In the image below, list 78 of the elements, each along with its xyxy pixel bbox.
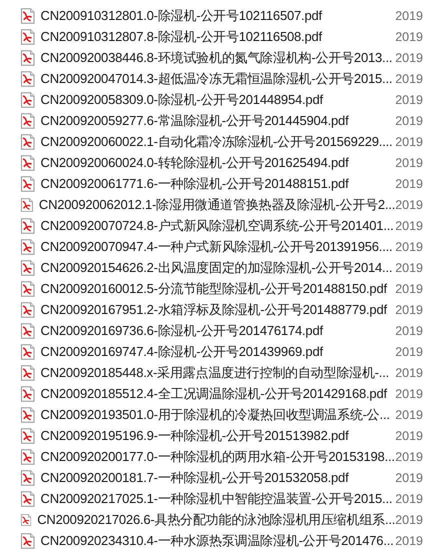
file-name[interactable]: CN200920217025.1-一种除湿机中智能控温装置-公开号2015... (40, 490, 396, 508)
date-modified: 2019 (395, 282, 423, 296)
date-modified: 2019 (395, 303, 423, 318)
file-name[interactable]: CN200920185448.x-采用露点温度进行控制的自动型除湿机-... (40, 364, 396, 382)
file-name[interactable]: CN200920070724.8-户式新风除湿机空调系统-公开号201401... (40, 217, 396, 236)
file-name[interactable]: CN200920160012.5-分流节能型除湿机-公开号201488150.pdf (40, 280, 396, 298)
date-modified: 2019 (395, 219, 423, 234)
date-modified: 2019 (395, 261, 423, 276)
pdf-file-icon (21, 155, 34, 172)
date-modified: 2019 (395, 470, 423, 485)
pdf-file-icon (21, 260, 34, 276)
file-name[interactable]: CN200920038446.8-环境试验机的氮气除湿机构-公开号2013... (40, 49, 396, 68)
date-modified: 2019 (395, 408, 423, 422)
date-modified: 2019 (395, 492, 423, 506)
date-modified: 2019 (395, 386, 423, 401)
file-name[interactable]: CN200920195196.9-一种除湿机-公开号201513982.pdf (40, 426, 396, 445)
pdf-file-icon (21, 344, 34, 360)
file-name[interactable]: CN200910312807.8-除湿机-公开号102116508.pdf (40, 28, 396, 46)
date-modified: 2019 (395, 114, 423, 128)
file-name[interactable]: CN200920058309.0-除湿机-公开号201448954.pdf (40, 91, 396, 110)
pdf-file-icon (21, 29, 34, 46)
date-modified: 2019 (395, 9, 423, 24)
date-modified: 2019 (395, 428, 423, 443)
date-modified: 2019 (395, 198, 423, 212)
date-modified: 2019 (395, 324, 423, 338)
date-modified: 2019 (395, 240, 423, 254)
file-name[interactable]: CN200920234310.4-一种水源热泵调温除湿机-公开号201476... (40, 532, 396, 550)
date-modified: 2019 (395, 344, 423, 359)
date-modified: 2019 (395, 93, 423, 108)
pdf-file-icon (21, 448, 34, 465)
pdf-file-icon (21, 176, 34, 192)
date-modified: 2019 (395, 135, 423, 150)
file-name[interactable]: CN200920059277.6-常温除湿机-公开号201445904.pdf (40, 112, 396, 130)
pdf-file-icon (21, 512, 32, 528)
date-modified: 2019 (395, 30, 423, 44)
pdf-file-icon (21, 281, 34, 298)
pdf-file-icon (21, 532, 34, 549)
date-modified: 2019 (395, 366, 423, 380)
date-modified: 2019 (395, 512, 423, 527)
pdf-file-icon (21, 218, 34, 234)
date-modified: 2019 (395, 450, 423, 464)
pdf-file-icon (21, 50, 34, 66)
file-name[interactable]: CN200920070947.4-一种户式新风除湿机-公开号201391956.... (40, 238, 396, 256)
file-name[interactable]: CN200920169736.6-除湿机-公开号201476174.pdf (40, 322, 396, 340)
file-name[interactable]: CN200920154626.2-出风温度固定的加湿除湿机-公开号2014... (40, 259, 396, 278)
file-name[interactable]: CN200920060022.1-自动化霜冷冻除湿机-公开号201569229.... (40, 133, 396, 152)
pdf-file-icon (21, 8, 34, 24)
pdf-file-icon (21, 302, 34, 318)
file-name[interactable]: CN200910312801.0-除湿机-公开号102116507.pdf (40, 7, 396, 26)
date-modified: 2019 (395, 156, 423, 170)
pdf-file-icon (21, 490, 34, 507)
date-modified: 2019 (395, 177, 423, 192)
pdf-file-icon (21, 113, 34, 130)
pdf-file-icon (21, 239, 34, 256)
date-modified: 2019 (395, 72, 423, 86)
pdf-file-icon (21, 323, 34, 340)
pdf-file-icon (21, 134, 34, 150)
pdf-file-icon (21, 470, 34, 486)
file-name[interactable]: CN200920062012.1-除湿用微通道管换热器及除湿机-公开号2... (38, 196, 396, 214)
file-name[interactable]: CN200920193501.0-用于除湿机的冷凝热回收型调温系统-公... (40, 406, 396, 424)
pdf-file-icon (21, 71, 34, 88)
file-name[interactable]: CN200920169747.4-除湿机-公开号201439969.pdf (40, 342, 396, 361)
file-name[interactable]: CN200920200177.0-一种除湿机的两用水箱-公开号20153198... (40, 448, 396, 466)
date-modified: 2019 (395, 51, 423, 66)
file-name[interactable]: CN200920061771.6-一种除湿机-公开号201488151.pdf (40, 175, 396, 194)
file-name[interactable]: CN200920185512.4-全工况调温除湿机-公开号201429168.pdf (40, 384, 396, 403)
file-name[interactable]: CN200920167951.2-水箱浮标及除湿机-公开号201488779.pdf (40, 301, 396, 320)
file-name[interactable]: CN200920217026.6-具热分配功能的泳池除湿机用压缩机组系... (37, 510, 396, 529)
pdf-file-icon (21, 406, 34, 423)
pdf-file-icon (21, 92, 34, 108)
pdf-file-icon (21, 364, 34, 381)
file-name[interactable]: CN200920200181.7-一种除湿机-公开号201532058.pdf (40, 468, 396, 487)
pdf-file-icon (21, 428, 34, 444)
file-name[interactable]: CN200920047014.3-超低温冷冻无霜恒温除湿机-公开号2015... (40, 70, 396, 88)
date-modified: 2019 (395, 534, 423, 548)
pdf-file-icon (21, 197, 33, 214)
file-name[interactable]: CN200920060024.0-转轮除湿机-公开号201625494.pdf (40, 154, 396, 172)
pdf-file-icon (21, 386, 34, 402)
